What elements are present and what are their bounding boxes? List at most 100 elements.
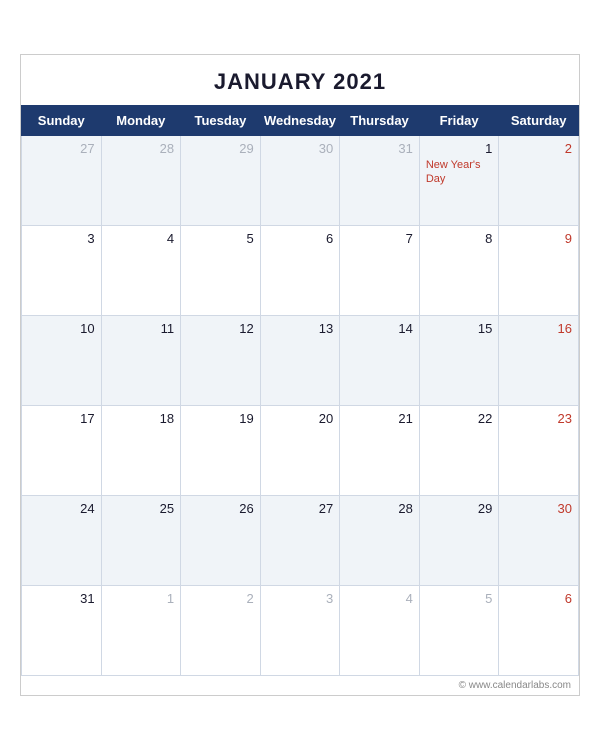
calendar-cell: 1 New Year's Day: [419, 136, 499, 226]
weekday-header-saturday: Saturday: [499, 106, 579, 136]
calendar-cell: 13: [260, 316, 340, 406]
day-number: 7: [346, 231, 413, 246]
weekday-header-thursday: Thursday: [340, 106, 420, 136]
day-number: 16: [505, 321, 572, 336]
calendar-cell: 4: [101, 226, 181, 316]
day-number: 29: [426, 501, 493, 516]
calendar-cell: 21: [340, 406, 420, 496]
day-number: 25: [108, 501, 175, 516]
weekday-header-row: SundayMondayTuesdayWednesdayThursdayFrid…: [22, 106, 579, 136]
calendar-table: SundayMondayTuesdayWednesdayThursdayFrid…: [21, 105, 579, 676]
day-number: 27: [28, 141, 95, 156]
day-number: 30: [505, 501, 572, 516]
day-number: 9: [505, 231, 572, 246]
day-number: 26: [187, 501, 254, 516]
calendar-cell: 31: [340, 136, 420, 226]
day-number: 10: [28, 321, 95, 336]
week-row-5: 24 25 26 27 28 29 30: [22, 496, 579, 586]
calendar-cell: 24: [22, 496, 102, 586]
calendar-cell: 6: [260, 226, 340, 316]
calendar-cell: 3: [260, 586, 340, 676]
day-number: 1: [426, 141, 493, 156]
day-number: 2: [505, 141, 572, 156]
day-number: 4: [108, 231, 175, 246]
calendar-body: 27282930311New Year's Day234567891011121…: [22, 136, 579, 676]
weekday-header-tuesday: Tuesday: [181, 106, 261, 136]
day-number: 1: [108, 591, 175, 606]
calendar-cell: 16: [499, 316, 579, 406]
day-number: 15: [426, 321, 493, 336]
calendar-cell: 28: [340, 496, 420, 586]
calendar-cell: 5: [181, 226, 261, 316]
calendar-cell: 20: [260, 406, 340, 496]
calendar-cell: 26: [181, 496, 261, 586]
calendar-footer: © www.calendarlabs.com: [21, 676, 579, 695]
calendar-cell: 28: [101, 136, 181, 226]
calendar-cell: 23: [499, 406, 579, 496]
calendar-cell: 9: [499, 226, 579, 316]
week-row-1: 27 28 29 30 31 1 New Year's Day 2: [22, 136, 579, 226]
calendar-cell: 10: [22, 316, 102, 406]
calendar-cell: 25: [101, 496, 181, 586]
calendar-cell: 30: [260, 136, 340, 226]
day-number: 17: [28, 411, 95, 426]
calendar-cell: 29: [181, 136, 261, 226]
day-number: 5: [426, 591, 493, 606]
weekday-header-friday: Friday: [419, 106, 499, 136]
day-number: 3: [28, 231, 95, 246]
day-number: 29: [187, 141, 254, 156]
calendar-cell: 4: [340, 586, 420, 676]
day-number: 21: [346, 411, 413, 426]
day-number: 20: [267, 411, 334, 426]
day-number: 31: [346, 141, 413, 156]
calendar-cell: 5: [419, 586, 499, 676]
calendar-cell: 30: [499, 496, 579, 586]
day-number: 13: [267, 321, 334, 336]
weekday-header-sunday: Sunday: [22, 106, 102, 136]
weekday-header-monday: Monday: [101, 106, 181, 136]
day-number: 19: [187, 411, 254, 426]
day-number: 4: [346, 591, 413, 606]
day-number: 3: [267, 591, 334, 606]
day-number: 30: [267, 141, 334, 156]
day-number: 2: [187, 591, 254, 606]
calendar-cell: 14: [340, 316, 420, 406]
week-row-3: 10 11 12 13 14 15 16: [22, 316, 579, 406]
week-row-4: 17 18 19 20 21 22 23: [22, 406, 579, 496]
calendar-cell: 19: [181, 406, 261, 496]
day-number: 31: [28, 591, 95, 606]
day-number: 11: [108, 321, 175, 336]
day-number: 18: [108, 411, 175, 426]
calendar-cell: 2: [181, 586, 261, 676]
day-number: 12: [187, 321, 254, 336]
calendar-cell: 3: [22, 226, 102, 316]
week-row-2: 3456789: [22, 226, 579, 316]
day-number: 27: [267, 501, 334, 516]
day-number: 5: [187, 231, 254, 246]
calendar-cell: 27: [260, 496, 340, 586]
calendar: JANUARY 2021 SundayMondayTuesdayWednesda…: [20, 54, 580, 696]
week-row-6: 31 123456: [22, 586, 579, 676]
calendar-cell: 1: [101, 586, 181, 676]
calendar-cell: 15: [419, 316, 499, 406]
day-number: 14: [346, 321, 413, 336]
calendar-cell: 18: [101, 406, 181, 496]
holiday-label: New Year's Day: [426, 158, 493, 187]
day-number: 28: [108, 141, 175, 156]
day-number: 6: [505, 591, 572, 606]
day-number: 28: [346, 501, 413, 516]
calendar-cell: 7: [340, 226, 420, 316]
calendar-cell: 11: [101, 316, 181, 406]
calendar-cell: 2: [499, 136, 579, 226]
calendar-cell: 6: [499, 586, 579, 676]
day-number: 24: [28, 501, 95, 516]
day-number: 23: [505, 411, 572, 426]
calendar-cell: 29: [419, 496, 499, 586]
calendar-title: JANUARY 2021: [21, 55, 579, 105]
weekday-header-wednesday: Wednesday: [260, 106, 340, 136]
calendar-cell: 8: [419, 226, 499, 316]
calendar-cell: 12: [181, 316, 261, 406]
calendar-cell: 22: [419, 406, 499, 496]
calendar-cell: 27: [22, 136, 102, 226]
day-number: 8: [426, 231, 493, 246]
